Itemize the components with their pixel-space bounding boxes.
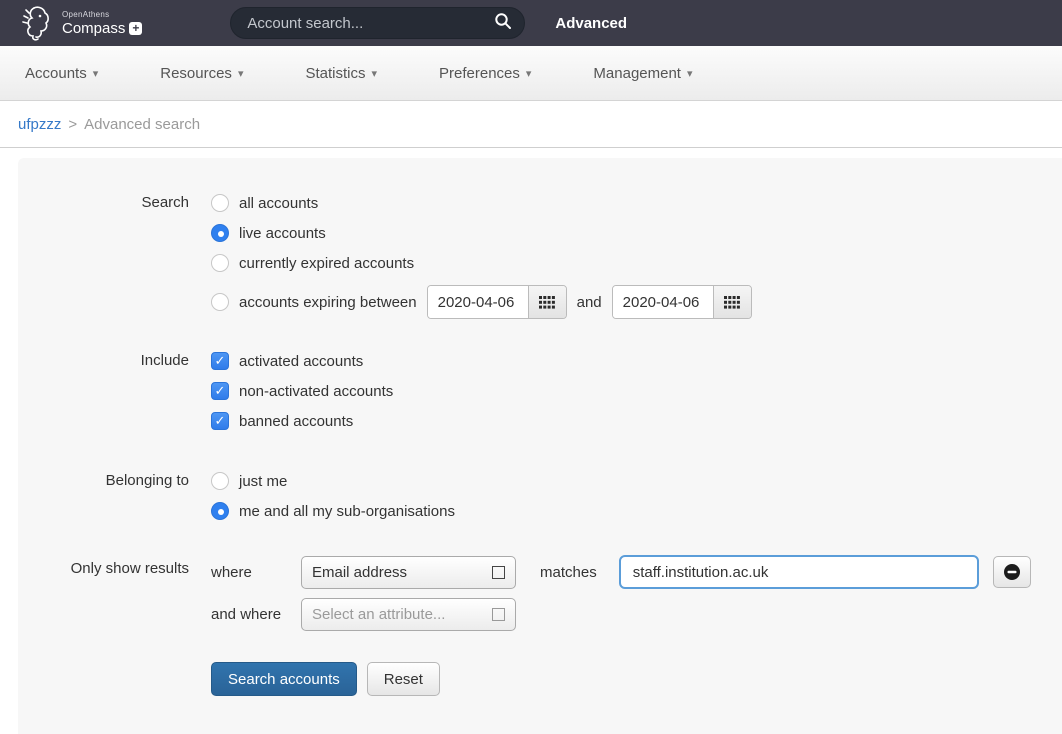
brand-openathens-label: OpenAthens <box>62 11 142 19</box>
checkbox-option-non-activated[interactable]: non-activated accounts <box>211 376 1062 406</box>
checkbox-option-banned[interactable]: banned accounts <box>211 406 1062 436</box>
date-from-input[interactable] <box>428 286 528 318</box>
main-content: Search all accounts live accounts curren… <box>0 148 1062 734</box>
radio-option-sub-organisations[interactable]: me and all my sub-organisations <box>211 496 1062 526</box>
breadcrumb-separator: > <box>68 116 77 133</box>
filter-where-label: where <box>211 556 301 589</box>
search-group-label: Search <box>18 188 211 320</box>
belonging-group-label: Belonging to <box>18 466 211 526</box>
minus-circle-icon <box>1003 563 1021 581</box>
account-search-input[interactable] <box>247 15 494 32</box>
calendar-grid-icon <box>539 296 555 309</box>
openathens-owl-icon <box>20 4 54 42</box>
radio-option-live-accounts[interactable]: live accounts <box>211 218 1062 248</box>
advanced-search-panel: Search all accounts live accounts curren… <box>18 158 1062 734</box>
belonging-group: Belonging to just me me and all my sub-o… <box>18 466 1062 526</box>
account-search-box[interactable] <box>230 7 525 39</box>
radio-just-me[interactable] <box>211 472 229 490</box>
chevron-down-icon: ▾ <box>526 67 532 80</box>
attribute-select-empty[interactable]: Select an attribute... <box>301 598 516 631</box>
nav-item-preferences[interactable]: Preferences ▾ <box>439 65 531 82</box>
checkbox-option-activated[interactable]: activated accounts <box>211 346 1062 376</box>
calendar-picker-button[interactable] <box>713 286 751 318</box>
date-to-group <box>612 285 752 319</box>
filter-group-label: Only show results <box>18 554 211 696</box>
filter-row-2: and where Select an attribute... <box>211 596 1062 632</box>
chevron-down-icon: ▾ <box>93 67 99 80</box>
radio-expired-accounts[interactable] <box>211 254 229 272</box>
checkbox-banned-accounts[interactable] <box>211 412 229 430</box>
main-navbar: Accounts ▾ Resources ▾ Statistics ▾ Pref… <box>0 46 1062 101</box>
advanced-search-link[interactable]: Advanced <box>555 15 627 32</box>
include-group: Include activated accounts non-activated… <box>18 346 1062 436</box>
nav-item-accounts[interactable]: Accounts ▾ <box>25 65 98 82</box>
date-to-input[interactable] <box>613 286 713 318</box>
radio-sub-organisations[interactable] <box>211 502 229 520</box>
search-group: Search all accounts live accounts curren… <box>18 188 1062 320</box>
radio-expiring-between[interactable] <box>211 293 229 311</box>
logo-text: OpenAthens Compass + <box>62 11 142 36</box>
filter-row-1: where Email address matches <box>211 554 1062 590</box>
checkbox-non-activated-accounts[interactable] <box>211 382 229 400</box>
select-box-glyph-icon <box>492 566 505 579</box>
calendar-grid-icon <box>724 296 740 309</box>
remove-filter-button[interactable] <box>993 556 1031 588</box>
checkbox-activated-accounts[interactable] <box>211 352 229 370</box>
search-icon[interactable] <box>494 12 512 35</box>
date-and-label: and <box>577 294 602 311</box>
openathens-compass-logo[interactable]: OpenAthens Compass + <box>20 4 142 42</box>
brand-compass-label: Compass <box>62 21 125 36</box>
breadcrumb: ufpzzz > Advanced search <box>0 101 1062 148</box>
breadcrumb-current-page: Advanced search <box>84 116 200 133</box>
radio-option-all-accounts[interactable]: all accounts <box>211 188 1062 218</box>
include-group-label: Include <box>18 346 211 436</box>
plus-badge-icon: + <box>129 22 142 35</box>
nav-item-management[interactable]: Management ▾ <box>593 65 692 82</box>
radio-option-expiring-between: accounts expiring between <box>211 284 1062 320</box>
filter-group: Only show results where Email address ma… <box>18 554 1062 696</box>
calendar-picker-button[interactable] <box>528 286 566 318</box>
select-box-glyph-icon <box>492 608 505 621</box>
date-from-group <box>427 285 567 319</box>
radio-option-just-me[interactable]: just me <box>211 466 1062 496</box>
matches-label: matches <box>540 564 597 581</box>
chevron-down-icon: ▾ <box>238 67 244 80</box>
radio-all-accounts[interactable] <box>211 194 229 212</box>
radio-live-accounts[interactable] <box>211 224 229 242</box>
nav-item-resources[interactable]: Resources ▾ <box>160 65 243 82</box>
reset-button[interactable]: Reset <box>367 662 440 696</box>
top-header: OpenAthens Compass + Advanced <box>0 0 1062 46</box>
attribute-select[interactable]: Email address <box>301 556 516 589</box>
search-accounts-button[interactable]: Search accounts <box>211 662 357 696</box>
radio-option-expired-accounts[interactable]: currently expired accounts <box>211 248 1062 278</box>
form-actions: Search accounts Reset <box>211 662 1062 696</box>
chevron-down-icon: ▾ <box>371 67 377 80</box>
nav-item-statistics[interactable]: Statistics ▾ <box>305 65 377 82</box>
chevron-down-icon: ▾ <box>687 67 693 80</box>
filter-value-input[interactable] <box>619 555 979 589</box>
filter-and-where-label: and where <box>211 598 301 631</box>
breadcrumb-org-link[interactable]: ufpzzz <box>18 116 61 133</box>
